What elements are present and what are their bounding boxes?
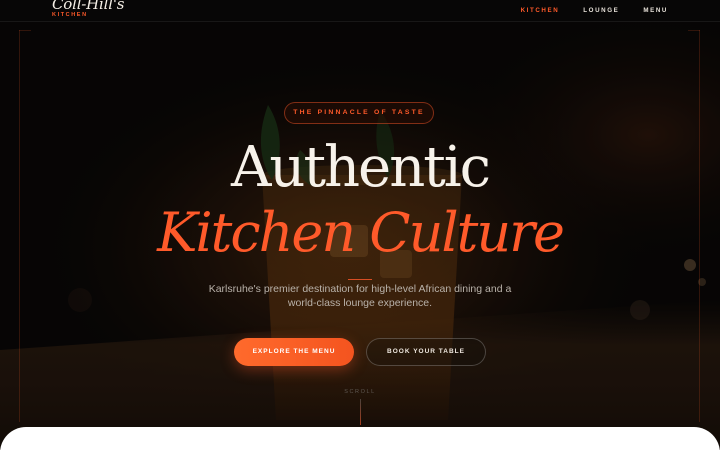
brand-subtitle: KITCHEN: [52, 12, 88, 18]
hero-headline-line2: Kitchen Culture: [157, 201, 565, 264]
next-section-panel: [0, 427, 720, 450]
brand-logo[interactable]: Coll-Hill's KITCHEN: [52, 0, 124, 19]
eyebrow-badge: THE PINNACLE OF TASTE: [284, 102, 434, 124]
scroll-indicator-label: SCROLL: [344, 389, 376, 395]
explore-menu-button[interactable]: EXPLORE THE MENU: [234, 338, 354, 366]
hero-subtitle: Karlsruhe's premier destination for high…: [208, 283, 512, 309]
headline-divider: [348, 279, 372, 280]
hero-headline-line1: Authentic: [230, 135, 491, 200]
nav-link-kitchen[interactable]: KITCHEN: [521, 7, 560, 14]
frame-line-top-right: [688, 30, 700, 31]
nav-links: KITCHEN LOUNGE MENU: [521, 7, 668, 14]
nav-link-menu[interactable]: MENU: [643, 7, 668, 14]
nav-link-lounge[interactable]: LOUNGE: [583, 7, 619, 14]
brand-name: Coll-Hill's: [52, 0, 125, 13]
scroll-indicator-line: [360, 399, 361, 425]
top-navbar: Coll-Hill's KITCHEN KITCHEN LOUNGE MENU: [0, 0, 720, 22]
frame-line-top-left: [19, 30, 31, 31]
landing-page: Coll-Hill's KITCHEN KITCHEN LOUNGE MENU …: [0, 0, 720, 450]
book-table-button[interactable]: BOOK YOUR TABLE: [366, 338, 486, 366]
